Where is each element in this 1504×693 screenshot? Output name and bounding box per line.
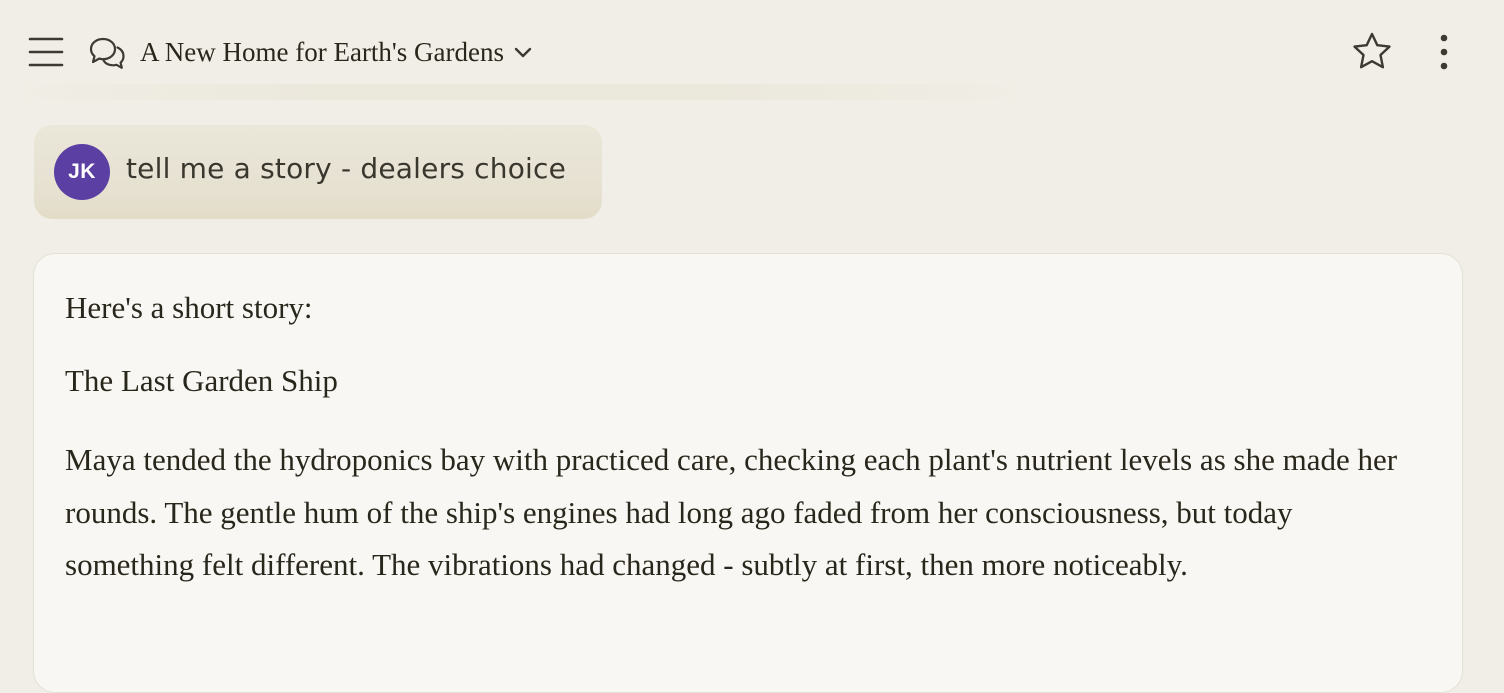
user-avatar[interactable]: JK	[54, 144, 110, 200]
star-outline-icon[interactable]	[1350, 30, 1394, 74]
hamburger-menu-icon[interactable]	[28, 35, 64, 69]
user-message-text: tell me a story - dealers choice	[126, 152, 567, 185]
assistant-intro-text: Here's a short story:	[65, 290, 313, 325]
user-message-bubble: JK tell me a story - dealers choice	[34, 125, 602, 219]
top-bar: A New Home for Earth's Gardens	[0, 0, 1504, 106]
story-title: The Last Garden Ship	[65, 363, 338, 398]
conversation-title-dropdown[interactable]: A New Home for Earth's Gardens	[140, 30, 534, 74]
assistant-message-card: Here's a short story: The Last Garden Sh…	[33, 253, 1463, 693]
story-paragraph: Maya tended the hydroponics bay with pra…	[65, 442, 1398, 582]
chevron-down-icon	[512, 41, 534, 63]
conversation-title: A New Home for Earth's Gardens	[140, 36, 505, 67]
vertical-ellipsis-icon[interactable]	[1426, 30, 1462, 74]
chat-bubbles-icon	[88, 34, 126, 72]
header-fade	[0, 84, 1040, 100]
